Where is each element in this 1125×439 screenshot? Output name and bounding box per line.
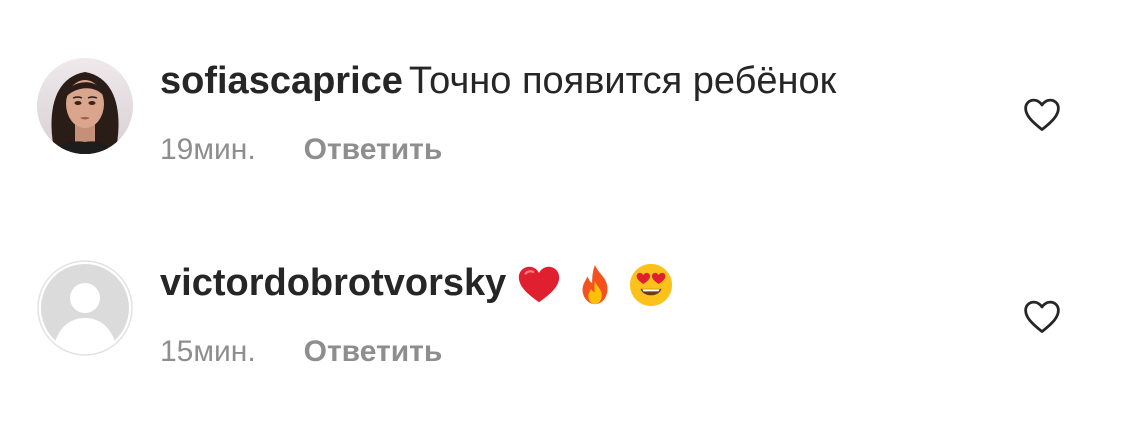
username-link[interactable]: sofiascaprice (160, 60, 403, 102)
fire-emoji (572, 262, 618, 308)
timestamp: 15мин. (160, 335, 256, 368)
comment-meta: 15мин. Ответить (160, 332, 442, 372)
avatar-photo (37, 58, 133, 154)
heart-outline-icon[interactable] (1022, 96, 1062, 132)
default-avatar-icon (37, 260, 133, 356)
comment-item: sofiascaprice Точно появится ребёнок 19ми… (0, 48, 1125, 208)
heart-eyes-emoji (628, 262, 674, 308)
comment-line: sofiascaprice Точно появится ребёнок (160, 56, 836, 106)
heart-outline-icon[interactable] (1022, 298, 1062, 334)
comment-line: victordobrotvorsky (160, 258, 674, 308)
comment-text: Точно появится ребёнок (408, 60, 837, 102)
reply-button[interactable]: Ответить (304, 133, 443, 166)
avatar[interactable] (37, 260, 133, 356)
avatar[interactable] (37, 58, 133, 154)
red-heart-emoji (516, 262, 562, 308)
username-link[interactable]: victordobrotvorsky (160, 262, 506, 304)
comment-item: victordobrotvorsky 15мин. Ответить (0, 250, 1125, 410)
comment-meta: 19мин. Ответить (160, 130, 442, 170)
reply-button[interactable]: Ответить (304, 335, 443, 368)
timestamp: 19мин. (160, 133, 256, 166)
